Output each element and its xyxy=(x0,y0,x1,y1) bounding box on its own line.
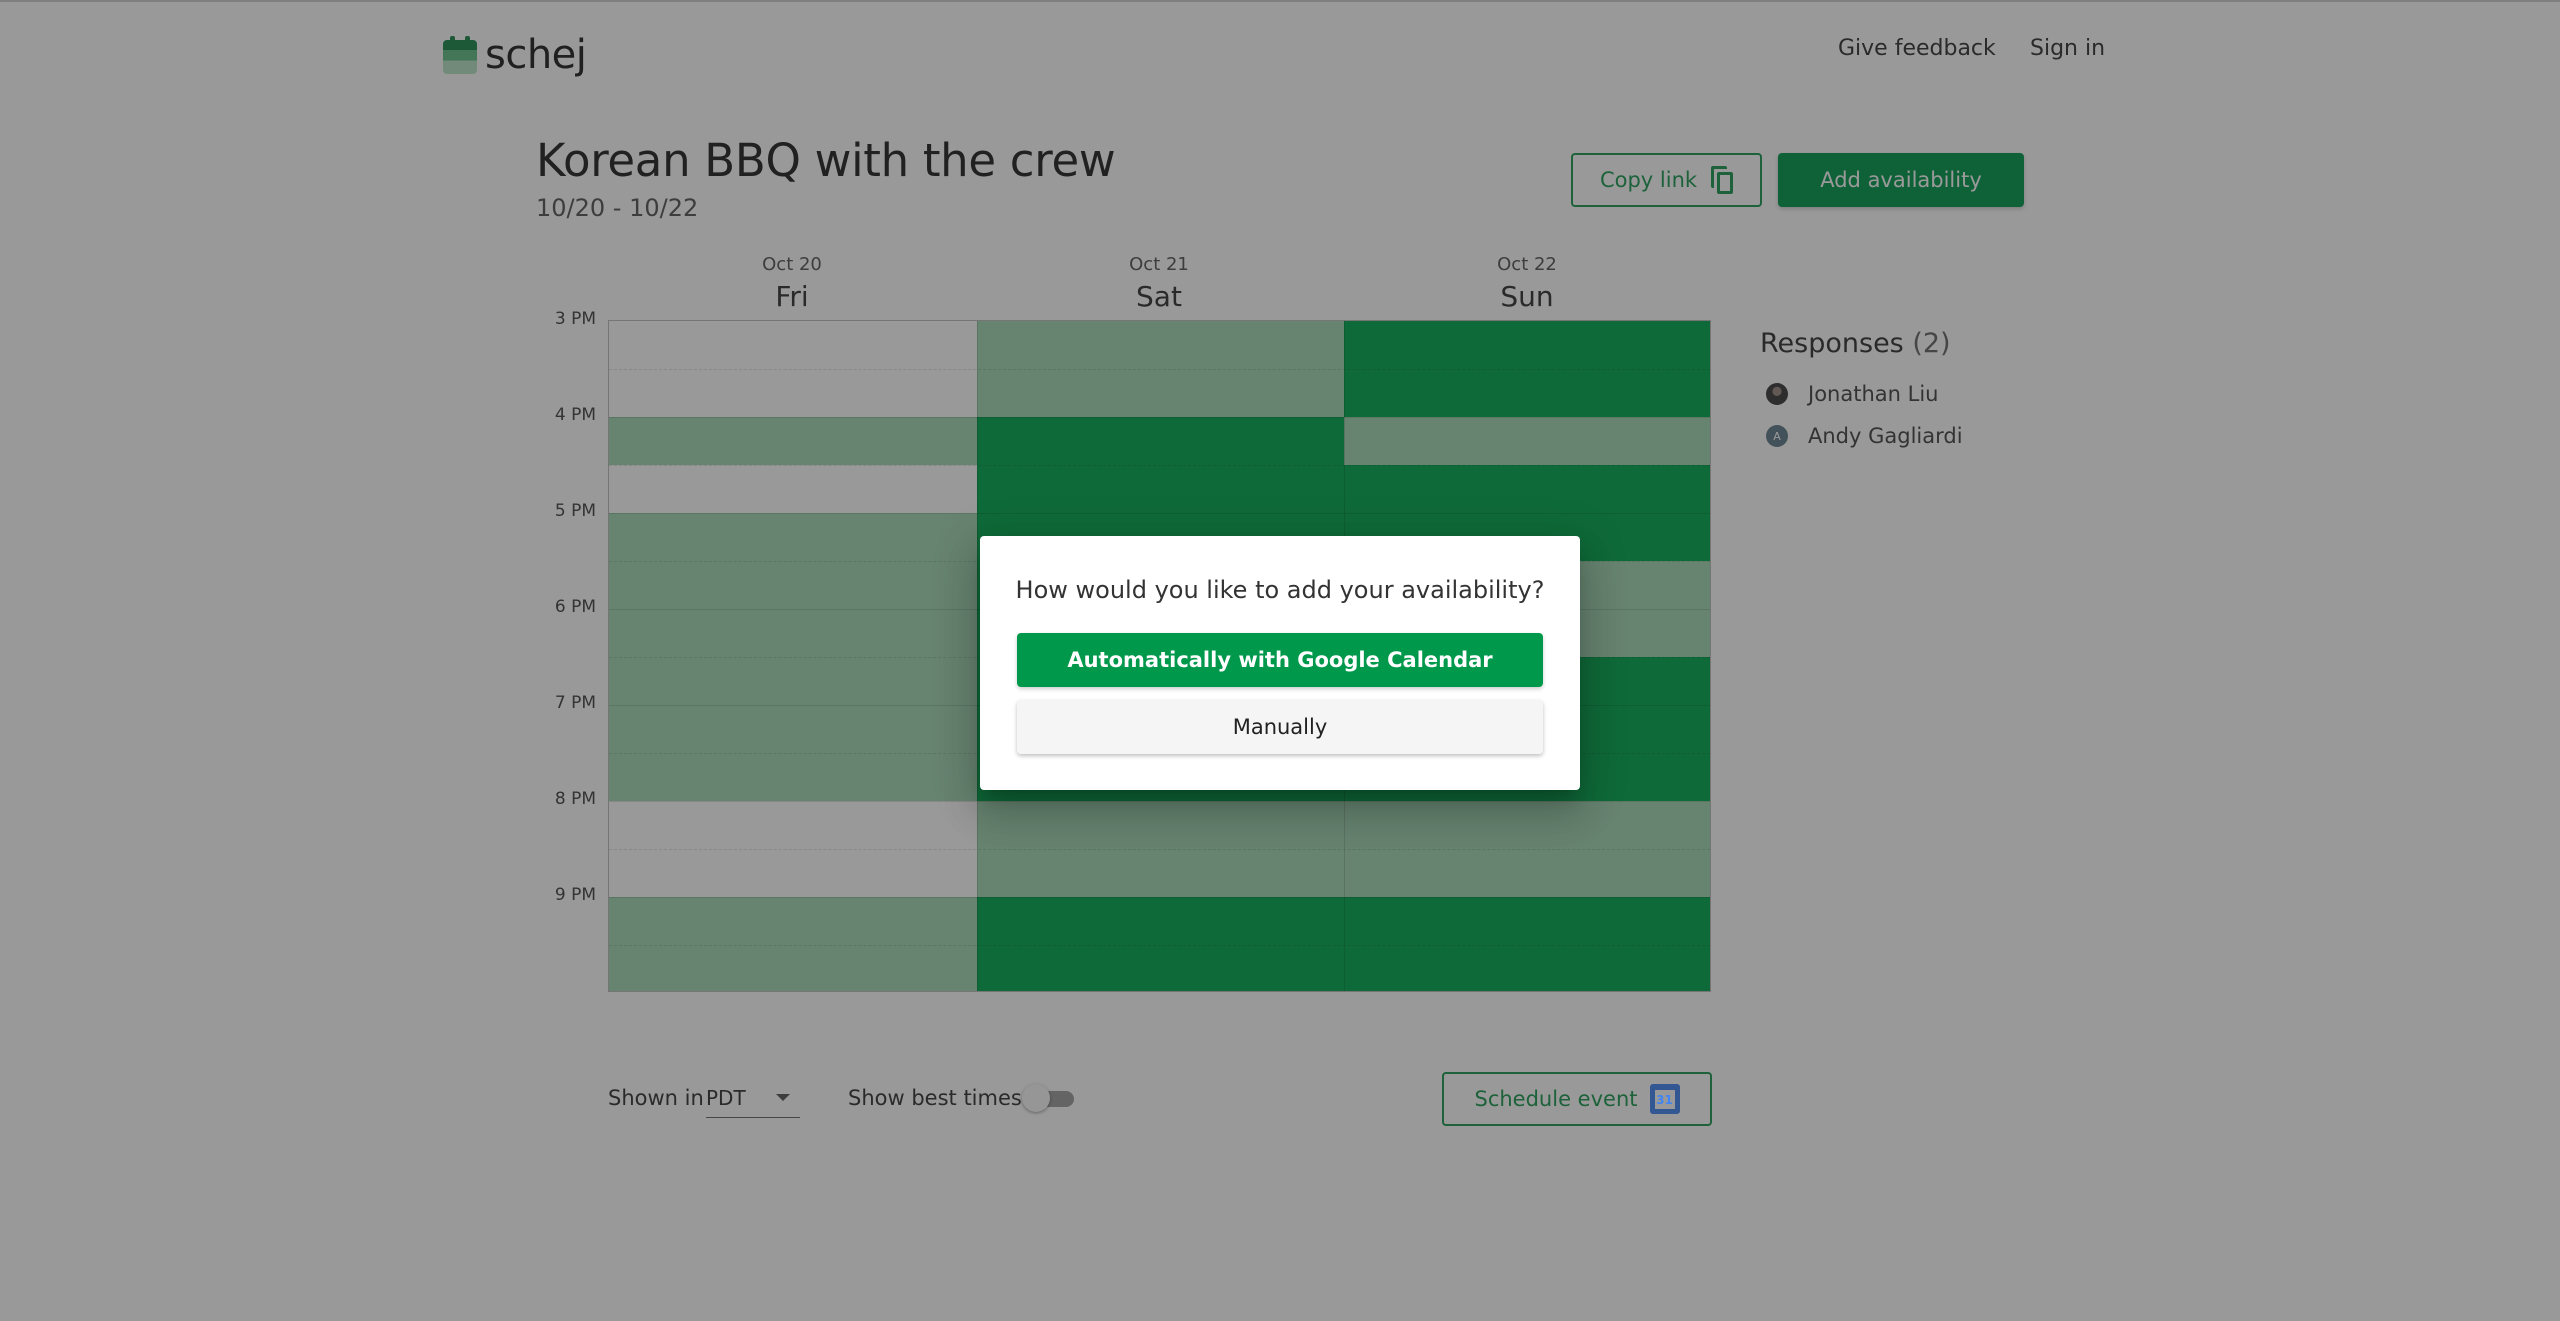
dialog-question: How would you like to add your availabil… xyxy=(1015,576,1545,604)
manual-button[interactable]: Manually xyxy=(1017,700,1543,754)
gcal-day: 31 xyxy=(1656,1093,1673,1107)
google-calendar-button[interactable]: Automatically with Google Calendar xyxy=(1017,633,1543,687)
add-availability-dialog: How would you like to add your availabil… xyxy=(980,536,1580,790)
